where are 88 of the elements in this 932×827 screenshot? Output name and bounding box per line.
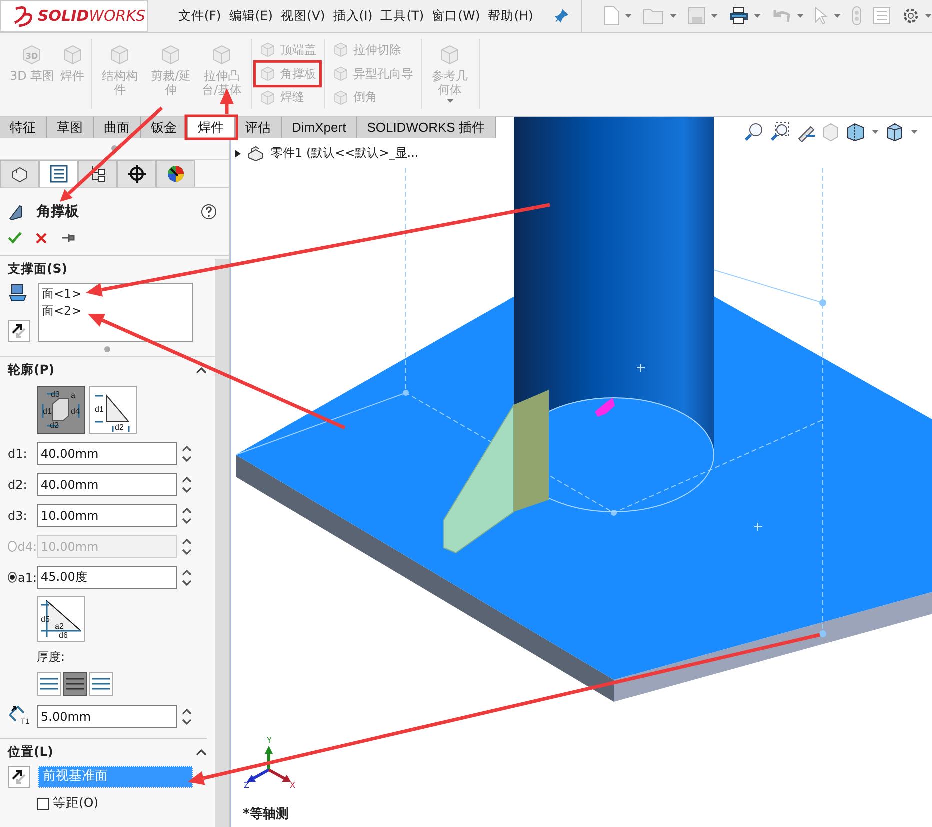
grip-handle-icon[interactable] bbox=[111, 145, 118, 152]
section-title: 轮廓(P) bbox=[8, 362, 55, 379]
panel-tab[interactable] bbox=[39, 160, 78, 187]
cube-icon bbox=[258, 65, 277, 83]
cube-icon bbox=[332, 65, 350, 83]
axis-triad-icon bbox=[247, 746, 291, 782]
caret-icon[interactable] bbox=[796, 14, 804, 18]
help-icon[interactable] bbox=[201, 204, 217, 220]
logo-text: SOLIDWORKS bbox=[38, 7, 146, 25]
settings-icon[interactable] bbox=[902, 7, 920, 25]
collapse-chevron-icon[interactable] bbox=[196, 749, 207, 756]
checkbox-label: 等距(O) bbox=[53, 795, 99, 812]
menu-item[interactable]: 工具(T) bbox=[380, 6, 424, 26]
command-tab[interactable]: 焊件 bbox=[188, 117, 235, 138]
caret-icon[interactable] bbox=[754, 14, 761, 18]
caret-icon[interactable] bbox=[834, 14, 841, 18]
zoom-area-icon[interactable] bbox=[770, 122, 790, 142]
field-label: d3: bbox=[8, 508, 28, 522]
property-list-icon[interactable] bbox=[48, 164, 68, 184]
logo-mark-icon bbox=[13, 5, 35, 27]
highlight-frame bbox=[184, 114, 238, 140]
axis-label: X bbox=[290, 781, 296, 790]
scrollbar[interactable] bbox=[215, 259, 229, 827]
section-title: 位置(L) bbox=[8, 744, 54, 761]
menu-item[interactable]: 帮助(H) bbox=[488, 6, 534, 26]
menu-item[interactable]: 窗口(W) bbox=[432, 6, 480, 26]
thickness-option-button[interactable] bbox=[63, 672, 87, 696]
display-cube-icon[interactable] bbox=[885, 122, 905, 142]
direction-arrow-icon[interactable] bbox=[595, 398, 615, 417]
field-label: 厚度: bbox=[37, 648, 66, 666]
menu-item[interactable]: 视图(V) bbox=[280, 6, 326, 26]
cube-icon bbox=[332, 88, 350, 107]
pushpin-icon[interactable] bbox=[61, 233, 77, 243]
checkbox[interactable] bbox=[37, 798, 49, 810]
caret-icon[interactable] bbox=[911, 130, 918, 134]
caret-icon[interactable] bbox=[872, 130, 879, 134]
axis-label: Y bbox=[267, 736, 272, 745]
cube-icon bbox=[332, 41, 350, 60]
thickness-option-button[interactable] bbox=[37, 672, 61, 696]
section-cube-icon[interactable] bbox=[846, 122, 866, 142]
printer-icon[interactable] bbox=[728, 7, 749, 25]
gusset-icon bbox=[8, 202, 24, 220]
field-label: d1: bbox=[8, 446, 28, 460]
thickness-option-button[interactable] bbox=[89, 672, 113, 696]
view-name: *等轴测 bbox=[243, 806, 289, 823]
part-icon bbox=[247, 146, 265, 162]
caret-icon[interactable] bbox=[624, 14, 632, 18]
panel-tab[interactable] bbox=[0, 160, 39, 187]
caret-icon[interactable] bbox=[924, 14, 932, 18]
menu-item[interactable]: 编辑(E) bbox=[229, 6, 273, 26]
tree-item[interactable]: 零件1 (默认<<默认>_显... bbox=[271, 145, 419, 162]
selection-list[interactable]: 面<1> 面<2> bbox=[38, 283, 193, 342]
menu-item[interactable]: 插入(I) bbox=[333, 6, 373, 26]
pin-icon[interactable] bbox=[555, 9, 570, 23]
panel-tab[interactable] bbox=[117, 160, 156, 187]
profile-type-button[interactable]: d1 d2 bbox=[89, 386, 137, 434]
origin-mark-icon bbox=[754, 522, 762, 532]
menu-item[interactable]: 文件(F) bbox=[178, 6, 222, 26]
section-title: 支撑面(S) bbox=[8, 261, 68, 278]
field-label: a1: bbox=[18, 570, 37, 584]
magnifier-icon[interactable] bbox=[744, 122, 764, 142]
expand-arrow-icon[interactable] bbox=[235, 150, 241, 158]
input-field[interactable]: 45.00度 bbox=[37, 566, 177, 589]
command-tab[interactable]: SOLIDWORKS 插件 bbox=[357, 117, 495, 138]
list-item[interactable]: 面<2> bbox=[42, 303, 189, 320]
input-field[interactable]: 10.00mm bbox=[37, 504, 177, 527]
field-label: d4: bbox=[18, 540, 37, 554]
feature-title: 角撑板 bbox=[37, 202, 80, 220]
input-field[interactable]: 5.00mm bbox=[37, 705, 177, 728]
crosshair-icon[interactable] bbox=[126, 164, 146, 184]
close-icon[interactable] bbox=[36, 232, 47, 244]
grip-handle-icon[interactable] bbox=[104, 346, 111, 352]
caret-icon[interactable] bbox=[710, 14, 718, 18]
origin-mark-icon bbox=[636, 364, 646, 372]
highlight-frame bbox=[253, 60, 322, 88]
cube-icon bbox=[258, 41, 277, 60]
input-field[interactable]: 40.00mm bbox=[37, 442, 177, 465]
caret-icon[interactable] bbox=[670, 14, 677, 18]
collapse-chevron-icon[interactable] bbox=[196, 367, 207, 374]
checkmark-icon[interactable] bbox=[8, 232, 22, 244]
input-field[interactable]: 40.00mm bbox=[37, 473, 177, 496]
color-wheel-icon[interactable] bbox=[166, 164, 186, 184]
field-label: d2: bbox=[8, 478, 28, 492]
face-selection-icon bbox=[8, 283, 28, 303]
cube-icon bbox=[258, 88, 277, 107]
axis-label: Z bbox=[244, 781, 250, 790]
list-item[interactable]: 面<1> bbox=[42, 286, 189, 303]
radio-button[interactable] bbox=[8, 572, 17, 583]
